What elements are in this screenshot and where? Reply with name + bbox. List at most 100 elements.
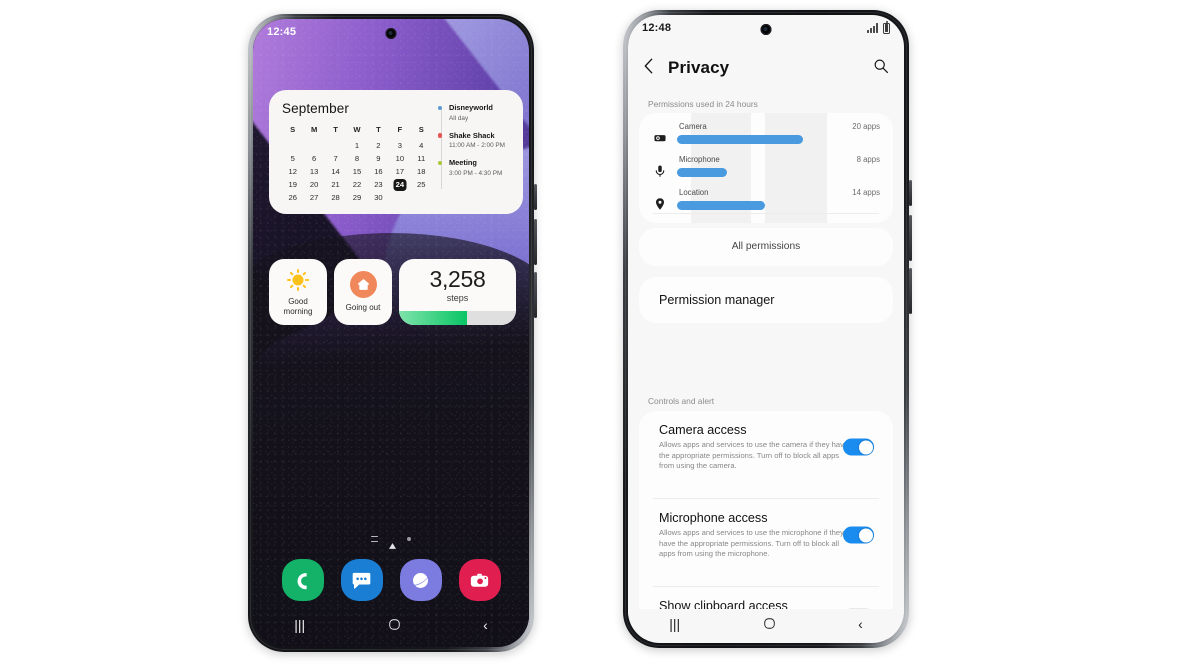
- calendar-grid[interactable]: SMTWTFS000123456789101112131415161718192…: [282, 125, 432, 203]
- events-container: Disneyworld All day Shake Shack 11:00 AM - …: [437, 103, 511, 179]
- calendar-day-13[interactable]: 13: [303, 166, 324, 177]
- home-screen: 12:45 September SMTWTFS00012345678910111…: [253, 19, 529, 647]
- calendar-day-10[interactable]: 10: [389, 153, 410, 164]
- home-icon: [349, 271, 377, 298]
- phone-app-icon[interactable]: [281, 559, 324, 601]
- permission-name: Microphone: [679, 155, 720, 164]
- calendar-day-number: 4: [419, 141, 424, 150]
- search-icon[interactable]: [873, 58, 889, 79]
- calendar-day-11[interactable]: 11: [411, 153, 432, 164]
- calendar-day-4[interactable]: 4: [411, 140, 432, 151]
- navigation-bar-settings: ||| ‹: [628, 609, 904, 639]
- steps-progress-track: [399, 311, 516, 325]
- recents-button[interactable]: |||: [294, 618, 305, 632]
- going-out-label: Going out: [345, 303, 381, 312]
- permission-manager-label[interactable]: Permission manager: [659, 293, 775, 307]
- calendar-widget[interactable]: September SMTWTFS00012345678910111213141…: [269, 90, 523, 214]
- calendar-day-number: 11: [417, 154, 426, 163]
- calendar-day-29[interactable]: 29: [346, 192, 367, 203]
- calendar-day-15[interactable]: 15: [346, 166, 367, 177]
- calendar-day-19[interactable]: 19: [282, 179, 303, 190]
- privacy-header: Privacy: [628, 45, 904, 91]
- calendar-day-12[interactable]: 12: [282, 166, 303, 177]
- calendar-day-20[interactable]: 20: [303, 179, 324, 190]
- microphone-access-toggle[interactable]: [843, 526, 874, 544]
- calendar-events-list: Disneyworld All day Shake Shack 11:00 AM - …: [437, 101, 511, 203]
- camera-access-toggle[interactable]: [843, 438, 874, 456]
- calendar-day-number: 23: [374, 180, 383, 189]
- calendar-day-17[interactable]: 17: [389, 166, 410, 177]
- back-button-right[interactable]: ‹: [858, 617, 863, 631]
- home-button[interactable]: [388, 618, 401, 633]
- microphone-access-description: Allows apps and services to use the micr…: [659, 528, 844, 559]
- status-bar-clock: 12:45: [267, 26, 297, 38]
- calendar-day-number: 15: [352, 167, 362, 176]
- calendar-day-7[interactable]: 7: [325, 153, 346, 164]
- calendar-day-16[interactable]: 16: [368, 166, 389, 177]
- all-permissions-card[interactable]: All permissions: [639, 228, 893, 266]
- status-bar-clock-right: 12:48: [642, 22, 672, 34]
- calendar-day-25[interactable]: 25: [411, 179, 432, 190]
- camera-access-item[interactable]: Camera access Allows apps and services t…: [639, 411, 893, 484]
- internet-app-icon[interactable]: [399, 559, 442, 601]
- camera-app-icon[interactable]: [458, 559, 501, 601]
- calendar-day-26[interactable]: 26: [282, 192, 303, 203]
- permission-manager-card[interactable]: Permission manager: [639, 277, 893, 323]
- calendar-day-number: 25: [417, 180, 426, 189]
- calendar-day-number: 22: [352, 180, 362, 189]
- home-button-right[interactable]: [763, 617, 776, 632]
- camera-access-title: Camera access: [659, 423, 747, 437]
- calendar-event-1[interactable]: Shake Shack 11:00 AM - 2:00 PM: [437, 130, 511, 152]
- power-button-right[interactable]: [909, 268, 912, 314]
- calendar-day-number: 8: [354, 154, 360, 163]
- calendar-day-number: 13: [309, 167, 319, 176]
- calendar-day-9[interactable]: 9: [368, 153, 389, 164]
- home-page-indicator-icon[interactable]: [388, 536, 396, 549]
- apps-list-indicator-icon[interactable]: [370, 536, 378, 542]
- screenshot-canvas: 12:45 September SMTWTFS00012345678910111…: [0, 0, 1200, 667]
- back-button[interactable]: ‹: [483, 618, 488, 632]
- calendar-day-30[interactable]: 30: [368, 192, 389, 203]
- volume-up-button-right[interactable]: [909, 215, 912, 261]
- calendar-day-3[interactable]: 3: [389, 140, 410, 151]
- event-name: Shake Shack: [449, 130, 495, 140]
- calendar-day-23[interactable]: 23: [368, 179, 389, 190]
- side-button-top[interactable]: [534, 184, 537, 210]
- calendar-day-24[interactable]: 24: [389, 179, 410, 190]
- messages-app-icon[interactable]: [340, 559, 383, 601]
- calendar-day-28[interactable]: 28: [325, 192, 346, 203]
- page-indicator[interactable]: [253, 536, 529, 549]
- good-morning-line1: Good: [288, 296, 308, 306]
- all-permissions-label[interactable]: All permissions: [639, 241, 893, 252]
- calendar-day-14[interactable]: 14: [325, 166, 346, 177]
- power-button[interactable]: [534, 272, 537, 318]
- calendar-day-1[interactable]: 1: [346, 140, 367, 151]
- calendar-event-2[interactable]: Meeting 3:00 PM - 4:30 PM: [437, 158, 511, 179]
- good-morning-widget[interactable]: Good morning: [269, 259, 327, 325]
- recents-button-right[interactable]: |||: [669, 617, 680, 631]
- back-icon[interactable]: [643, 58, 663, 78]
- calendar-day-5[interactable]: 5: [282, 153, 303, 164]
- side-button-top-right[interactable]: [909, 180, 912, 206]
- calendar-day-2[interactable]: 2: [368, 140, 389, 151]
- calendar-day-21[interactable]: 21: [325, 179, 346, 190]
- calendar-day-number: 9: [376, 154, 381, 163]
- volume-up-button[interactable]: [534, 219, 537, 265]
- events-timeline-spine: [440, 109, 442, 189]
- calendar-day-number: 5: [290, 154, 295, 163]
- calendar-dow-5: F: [397, 125, 403, 134]
- calendar-day-22[interactable]: 22: [346, 179, 367, 190]
- page-dot-2[interactable]: [406, 536, 412, 542]
- calendar-event-0[interactable]: Disneyworld All day: [437, 103, 511, 124]
- microphone-access-item[interactable]: Microphone access Allows apps and servic…: [639, 499, 893, 572]
- calendar-dow-1: M: [310, 125, 318, 134]
- calendar-day-27[interactable]: 27: [303, 192, 324, 203]
- steps-widget[interactable]: 3,258 steps: [399, 259, 516, 325]
- calendar-day-18[interactable]: 18: [411, 166, 432, 177]
- going-out-widget[interactable]: Going out: [334, 259, 392, 325]
- calendar-day-8[interactable]: 8: [346, 153, 367, 164]
- phone-screen-home: 12:45 September SMTWTFS00012345678910111…: [253, 19, 529, 647]
- calendar-day-number: 2: [376, 141, 381, 150]
- sun-icon: [286, 268, 310, 292]
- calendar-day-6[interactable]: 6: [303, 153, 324, 164]
